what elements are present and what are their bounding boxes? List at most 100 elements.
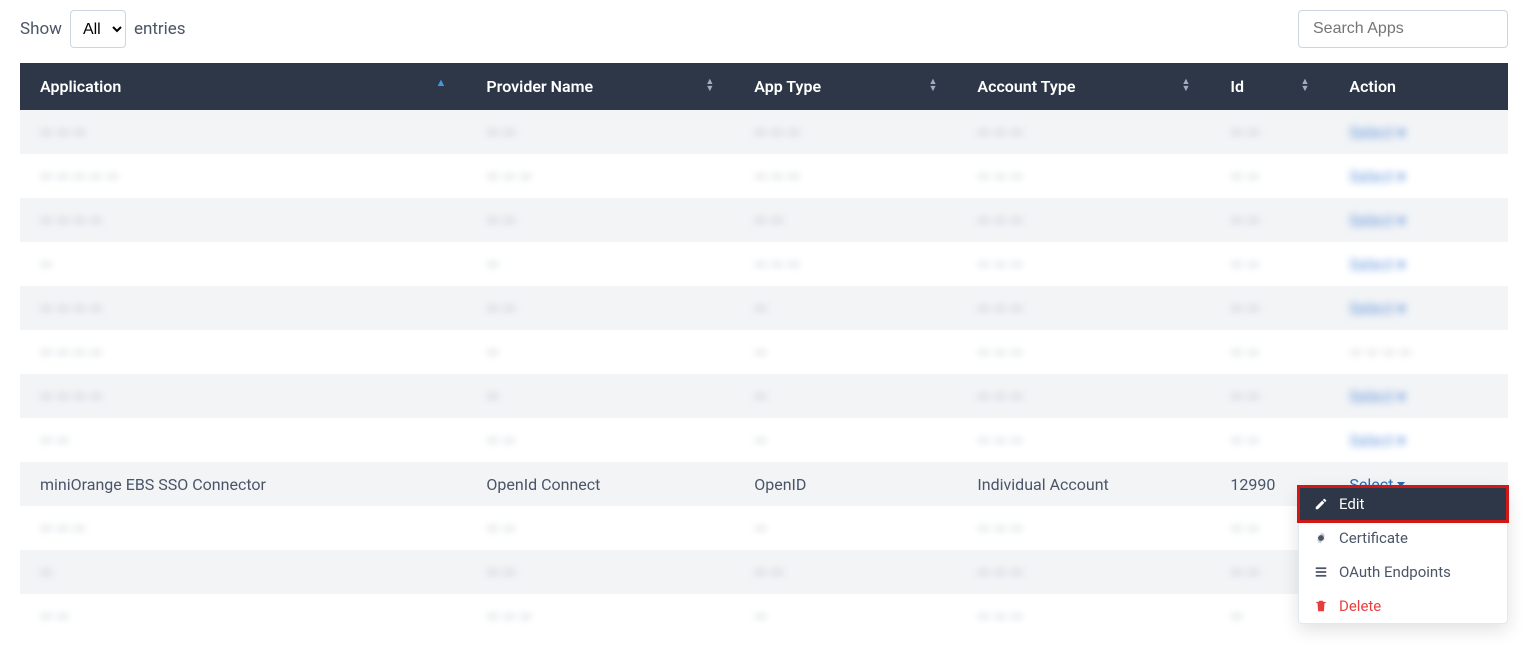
cell-id: — — <box>1210 110 1329 154</box>
cell-app_type: — <box>734 594 957 638</box>
cell-id: — — <box>1210 418 1329 462</box>
cell-application: — — — — <box>20 330 466 374</box>
table-row: miniOrange EBS SSO ConnectorOpenId Conne… <box>20 462 1508 506</box>
table-row: — — — —— —— —— — —— —Select ▾ <box>20 198 1508 242</box>
dropdown-item-delete-label: Delete <box>1339 597 1381 615</box>
cell-action: Select ▾ <box>1329 110 1508 154</box>
col-app-type-label: App Type <box>754 77 821 96</box>
cell-id: — — <box>1210 198 1329 242</box>
dropdown-item-certificate-label: Certificate <box>1339 529 1408 547</box>
col-id-label: Id <box>1230 77 1244 96</box>
cell-app_type: — — — <box>734 110 957 154</box>
cell-action: Select ▾ <box>1329 198 1508 242</box>
cell-id: — — <box>1210 286 1329 330</box>
col-application[interactable]: Application ▲▼ <box>20 63 466 110</box>
sort-icon: ▲▼ <box>1181 79 1190 93</box>
cell-id: — — <box>1210 374 1329 418</box>
cell-account_type: Individual Account <box>957 462 1210 506</box>
cell-provider: — — <box>466 110 734 154</box>
apps-table: Application ▲▼ Provider Name ▲▼ App Type… <box>20 63 1508 638</box>
table-row: — — —— —— — —— — —— —Select ▾ <box>20 110 1508 154</box>
cell-action: Select ▾ <box>1329 154 1508 198</box>
cell-provider: — — <box>466 506 734 550</box>
cell-application: — — — — — <box>20 154 466 198</box>
table-row: — — — ———— — —— —Select ▾ <box>20 374 1508 418</box>
cell-provider: — — <box>466 550 734 594</box>
cell-app_type: — <box>734 286 957 330</box>
cell-application: — <box>20 550 466 594</box>
show-entries: Show All entries <box>20 10 186 48</box>
certificate-icon <box>1313 531 1329 545</box>
cell-app_type: — <box>734 506 957 550</box>
cell-provider: — <box>466 330 734 374</box>
cell-provider: — — <box>466 286 734 330</box>
col-action-label: Action <box>1349 77 1396 96</box>
cell-id: — — <box>1210 330 1329 374</box>
cell-account_type: — — — <box>957 198 1210 242</box>
col-application-label: Application <box>40 77 121 96</box>
dropdown-item-delete[interactable]: Delete <box>1299 589 1507 623</box>
cell-app_type: — <box>734 330 957 374</box>
list-icon <box>1313 565 1329 579</box>
col-id[interactable]: Id ▲▼ <box>1210 63 1329 110</box>
cell-app_type: — <box>734 418 957 462</box>
edit-icon <box>1313 497 1329 511</box>
cell-action: Select ▾ <box>1329 242 1508 286</box>
cell-app_type: — — — <box>734 242 957 286</box>
cell-application: — — — — <box>20 286 466 330</box>
dropdown-item-oauth-endpoints[interactable]: OAuth Endpoints <box>1299 555 1507 589</box>
col-account-type[interactable]: Account Type ▲▼ <box>957 63 1210 110</box>
cell-account_type: — — — <box>957 286 1210 330</box>
cell-account_type: — — — <box>957 242 1210 286</box>
cell-account_type: — — — <box>957 154 1210 198</box>
cell-app_type: — — — <box>734 154 957 198</box>
dropdown-item-edit[interactable]: Edit <box>1299 487 1507 521</box>
dropdown-item-certificate[interactable]: Certificate <box>1299 521 1507 555</box>
cell-account_type: — — — <box>957 330 1210 374</box>
cell-provider: — — <box>466 418 734 462</box>
cell-provider: OpenId Connect <box>466 462 734 506</box>
cell-application: — — <box>20 594 466 638</box>
table-row: — — — —— ——— — —— —Select ▾ <box>20 286 1508 330</box>
cell-account_type: — — — <box>957 374 1210 418</box>
table-row: — —— ——— — —— —Select ▾ <box>20 418 1508 462</box>
cell-application: — — — <box>20 110 466 154</box>
cell-id: — — <box>1210 242 1329 286</box>
cell-provider: — — <box>466 198 734 242</box>
cell-action: SelectEditCertificateOAuth EndpointsDele… <box>1329 462 1508 506</box>
sort-icon: ▲▼ <box>1300 79 1309 93</box>
cell-app_type: OpenID <box>734 462 957 506</box>
table-row: — — —— ——— — —— — <box>20 506 1508 550</box>
cell-id: — — <box>1210 154 1329 198</box>
table-row: — — — — —— — —— — —— — —— —Select ▾ <box>20 154 1508 198</box>
cell-account_type: — — — <box>957 594 1210 638</box>
cell-app_type: — — <box>734 198 957 242</box>
table-controls: Show All entries <box>20 10 1508 48</box>
cell-provider: — — — <box>466 154 734 198</box>
cell-application: — — — — <box>20 374 466 418</box>
col-provider[interactable]: Provider Name ▲▼ <box>466 63 734 110</box>
cell-provider: — — — <box>466 594 734 638</box>
cell-action: Select ▾ <box>1329 374 1508 418</box>
entries-select[interactable]: All <box>70 10 126 48</box>
cell-app_type: — — <box>734 550 957 594</box>
table-row: ——— — —— — —— —Select ▾ <box>20 242 1508 286</box>
cell-application: — — — <box>20 506 466 550</box>
table-row: — —— — ——— — —— <box>20 594 1508 638</box>
table-row: —— —— —— — —— — <box>20 550 1508 594</box>
cell-account_type: — — — <box>957 110 1210 154</box>
cell-provider: — <box>466 242 734 286</box>
col-provider-label: Provider Name <box>486 77 593 96</box>
cell-application: — <box>20 242 466 286</box>
dropdown-item-edit-label: Edit <box>1339 495 1364 513</box>
search-input[interactable] <box>1298 10 1508 48</box>
sort-icon: ▲▼ <box>436 79 447 86</box>
cell-account_type: — — — <box>957 506 1210 550</box>
sort-icon: ▲▼ <box>705 79 714 93</box>
trash-icon <box>1313 599 1329 613</box>
cell-application: miniOrange EBS SSO Connector <box>20 462 466 506</box>
table-row: — — — ———— — —— —— — — — <box>20 330 1508 374</box>
cell-action: — — — — <box>1329 330 1508 374</box>
cell-account_type: — — — <box>957 418 1210 462</box>
col-app-type[interactable]: App Type ▲▼ <box>734 63 957 110</box>
